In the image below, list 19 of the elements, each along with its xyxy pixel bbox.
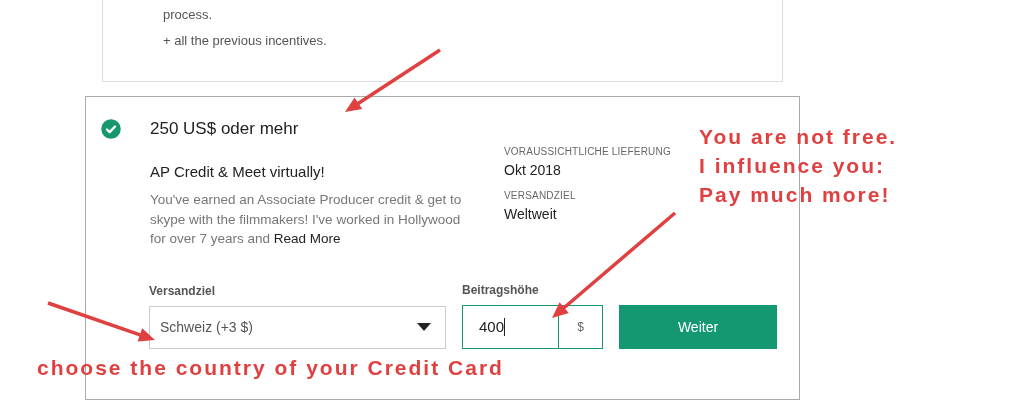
reward-subtitle: AP Credit & Meet virtually! [150,163,326,180]
shipping-dropdown[interactable]: Schweiz (+3 $) [149,305,446,349]
annotation-text: choose the country of your Credit Card [37,356,504,380]
reward-note: + all the previous incentives. [163,33,328,48]
currency-label: $ [576,318,585,336]
read-more-link[interactable]: Read More [273,231,341,246]
caret-icon [417,323,431,331]
detail-label: VORAUSSICHTLICHE LIEFERUNG [504,146,671,157]
detail-label: VERSANDZIEL [504,190,577,201]
continue-button[interactable]: Weiter [619,304,777,349]
annotation-text: You are not free. I influence you: Pay much more! [699,124,898,208]
field-label: Beitragshöhe [462,282,540,297]
check-circle-icon[interactable] [101,119,121,139]
reward-description: process. [163,6,214,23]
detail-value: Weltweit [504,206,558,222]
reward-title: 250 US$ oder mehr [150,119,299,139]
field-label: Versandziel [149,283,217,298]
detail-value: Okt 2018 [504,162,562,178]
reward-description: You've earned an Associate Producer credit & get to skype with the filmmakers! I've worked in Hollywood for over 7 years and Read More [150,191,463,248]
